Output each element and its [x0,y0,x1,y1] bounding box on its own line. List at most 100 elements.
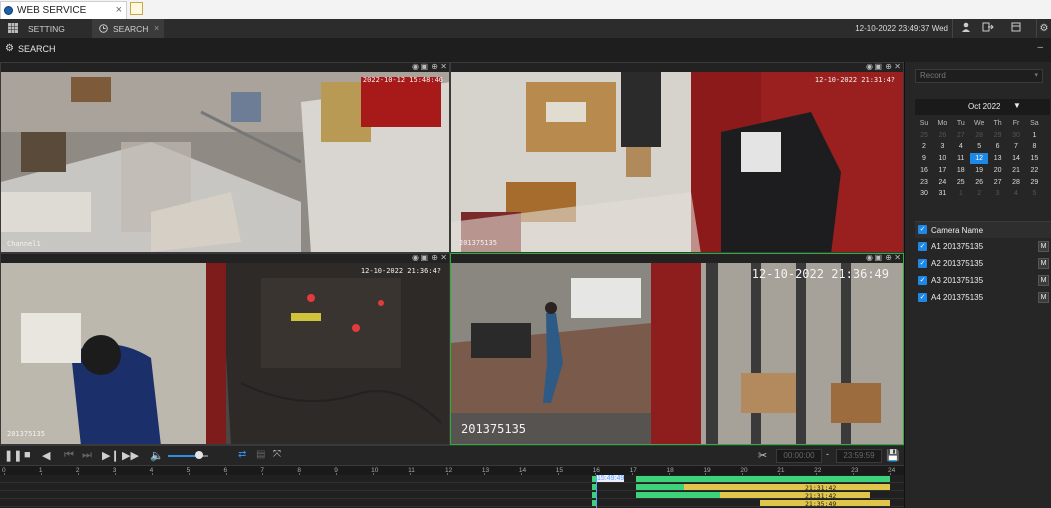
zoom-icon[interactable]: ⊕ [431,254,438,262]
calendar-day[interactable]: 6 [989,141,1007,152]
play-backward-icon[interactable]: ◀ [42,449,50,462]
record-type-select[interactable]: Record ▾ [915,69,1043,83]
calendar-day[interactable]: 22 [1025,165,1043,176]
calendar-day[interactable]: 8 [1025,141,1043,152]
alarm-segment[interactable] [720,492,870,498]
settings-gear-icon[interactable]: ⚙ [1037,22,1051,35]
tab-search[interactable]: SEARCH × [92,19,164,38]
fast-forward-icon[interactable]: ▶▶ [122,449,139,462]
close-icon[interactable]: ✕ [894,254,901,262]
calendar-day[interactable]: 17 [933,165,951,176]
calendar-day[interactable]: 24 [933,177,951,188]
camera-stream-button[interactable]: M [1038,275,1049,286]
calendar-day-outside[interactable]: 4 [1007,188,1025,199]
calendar-day[interactable]: 14 [1007,153,1025,164]
fit-window-icon[interactable]: ⤧ [273,449,281,460]
calendar-day[interactable]: 23 [915,177,933,188]
calendar-day[interactable]: 20 [989,165,1007,176]
close-icon[interactable]: ✕ [894,63,901,71]
close-icon[interactable]: ✕ [440,254,447,262]
snapshot-icon[interactable]: ◉ [866,63,873,71]
record-icon[interactable]: ▣ [874,63,882,71]
step-forward-icon[interactable]: ▶❙ [102,449,120,462]
video-pane-4[interactable]: ◉ ▣ ⊕ ✕ 12-10-2022 21:36:49 201375135 [450,253,904,445]
clip-start-time[interactable]: 00:00:00 [776,449,822,463]
volume-slider-handle[interactable] [195,451,203,459]
camera-checkbox[interactable]: ✓ [918,242,927,251]
calendar-day[interactable]: 25 [952,177,970,188]
calendar-day[interactable]: 27 [989,177,1007,188]
volume-icon[interactable]: 🔈 [150,449,164,462]
new-tab-button[interactable] [130,2,143,15]
calendar-day[interactable]: 11 [952,153,970,164]
calendar-day[interactable]: 9 [915,153,933,164]
month-dropdown-icon[interactable]: ▼ [1013,101,1021,110]
camera-checkbox[interactable]: ✓ [918,293,927,302]
scissors-icon[interactable]: ✂ [758,449,767,462]
calendar-day[interactable]: 2 [915,141,933,152]
calendar-day[interactable]: 7 [1007,141,1025,152]
camera-row[interactable]: ✓ A2 201375135 M [915,256,1051,272]
tab-setting[interactable]: SETTING [0,19,88,38]
snapshot-icon[interactable]: ◉ [866,254,873,262]
zoom-icon[interactable]: ⊕ [885,63,892,71]
video-pane-1[interactable]: ◉ ▣ ⊕ ✕ 2022-10-12 15:48:46 Channel1 [0,62,450,253]
user-icon[interactable] [959,22,973,35]
calendar-day-outside[interactable]: 3 [989,188,1007,199]
calendar-day[interactable]: 16 [915,165,933,176]
recording-segment[interactable] [636,476,890,482]
calendar-day[interactable]: 30 [915,188,933,199]
clip-list-icon[interactable]: ▤ [256,449,265,460]
snapshot-icon[interactable]: ◉ [412,254,419,262]
calendar-day[interactable]: 1 [1025,130,1043,141]
calendar-day[interactable]: 13 [989,153,1007,164]
calendar-day[interactable]: 12 [970,153,989,165]
camera-checkbox[interactable]: ✓ [918,259,927,268]
timeline-tracks[interactable]: 15:49:49 21:31:42 21:31:42 21:35:49 [0,475,904,508]
calendar-day[interactable]: 19 [970,165,988,176]
camera-stream-button[interactable]: M [1038,292,1049,303]
recording-segment[interactable] [636,492,720,498]
calendar-day[interactable]: 21 [1007,165,1025,176]
sync-play-icon[interactable]: ⇄ [238,449,246,460]
zoom-icon[interactable]: ⊕ [885,254,892,262]
recording-segment[interactable] [636,484,684,490]
calendar-month[interactable]: Oct 2022 [968,102,1000,111]
calendar-day-outside[interactable]: 1 [952,188,970,199]
pause-icon[interactable]: ❚❚ [4,449,22,462]
save-clip-icon[interactable]: 💾 [886,449,900,462]
camera-checkbox[interactable]: ✓ [918,276,927,285]
next-frame-icon[interactable]: ⏭ [82,449,92,462]
fullscreen-icon[interactable] [1009,22,1023,35]
browser-tab[interactable]: WEB SERVICE × [0,1,127,19]
logout-icon[interactable] [981,22,995,35]
camera-row[interactable]: ✓ A3 201375135 M [915,273,1051,289]
calendar-day-outside[interactable]: 29 [989,130,1007,141]
record-icon[interactable]: ▣ [874,254,882,262]
previous-frame-icon[interactable]: ⏮ [64,449,74,462]
collapse-icon[interactable]: – [1037,42,1043,53]
select-all-checkbox[interactable]: ✓ [918,225,927,234]
calendar-day[interactable]: 4 [952,141,970,152]
calendar-day-outside[interactable]: 5 [1025,188,1043,199]
calendar-day[interactable]: 26 [970,177,988,188]
camera-stream-button[interactable]: M [1038,241,1049,252]
calendar-day-outside[interactable]: 25 [915,130,933,141]
video-pane-2[interactable]: ◉ ▣ ⊕ ✕ 12-10-2022 21:31:4? 201375135 [450,62,904,253]
camera-row[interactable]: ✓ A4 201375135 M [915,290,1051,306]
calendar-day[interactable]: 15 [1025,153,1043,164]
calendar-day[interactable]: 31 [933,188,951,199]
close-tab-search-icon[interactable]: × [154,23,159,33]
calendar-day-outside[interactable]: 27 [952,130,970,141]
calendar-day-outside[interactable]: 2 [970,188,988,199]
calendar-day[interactable]: 10 [933,153,951,164]
calendar-day-outside[interactable]: 26 [933,130,951,141]
video-pane-3[interactable]: ◉ ▣ ⊕ ✕ 12-10-2022 21:36:4? 201375135 [0,253,450,445]
close-icon[interactable]: ✕ [440,63,447,71]
calendar-day-outside[interactable]: 28 [970,130,988,141]
camera-row[interactable]: ✓ A1 201375135 M [915,239,1051,255]
calendar-day[interactable]: 28 [1007,177,1025,188]
clip-end-time[interactable]: 23:59:59 [836,449,882,463]
snapshot-icon[interactable]: ◉ [412,63,419,71]
alarm-segment[interactable] [684,484,890,490]
